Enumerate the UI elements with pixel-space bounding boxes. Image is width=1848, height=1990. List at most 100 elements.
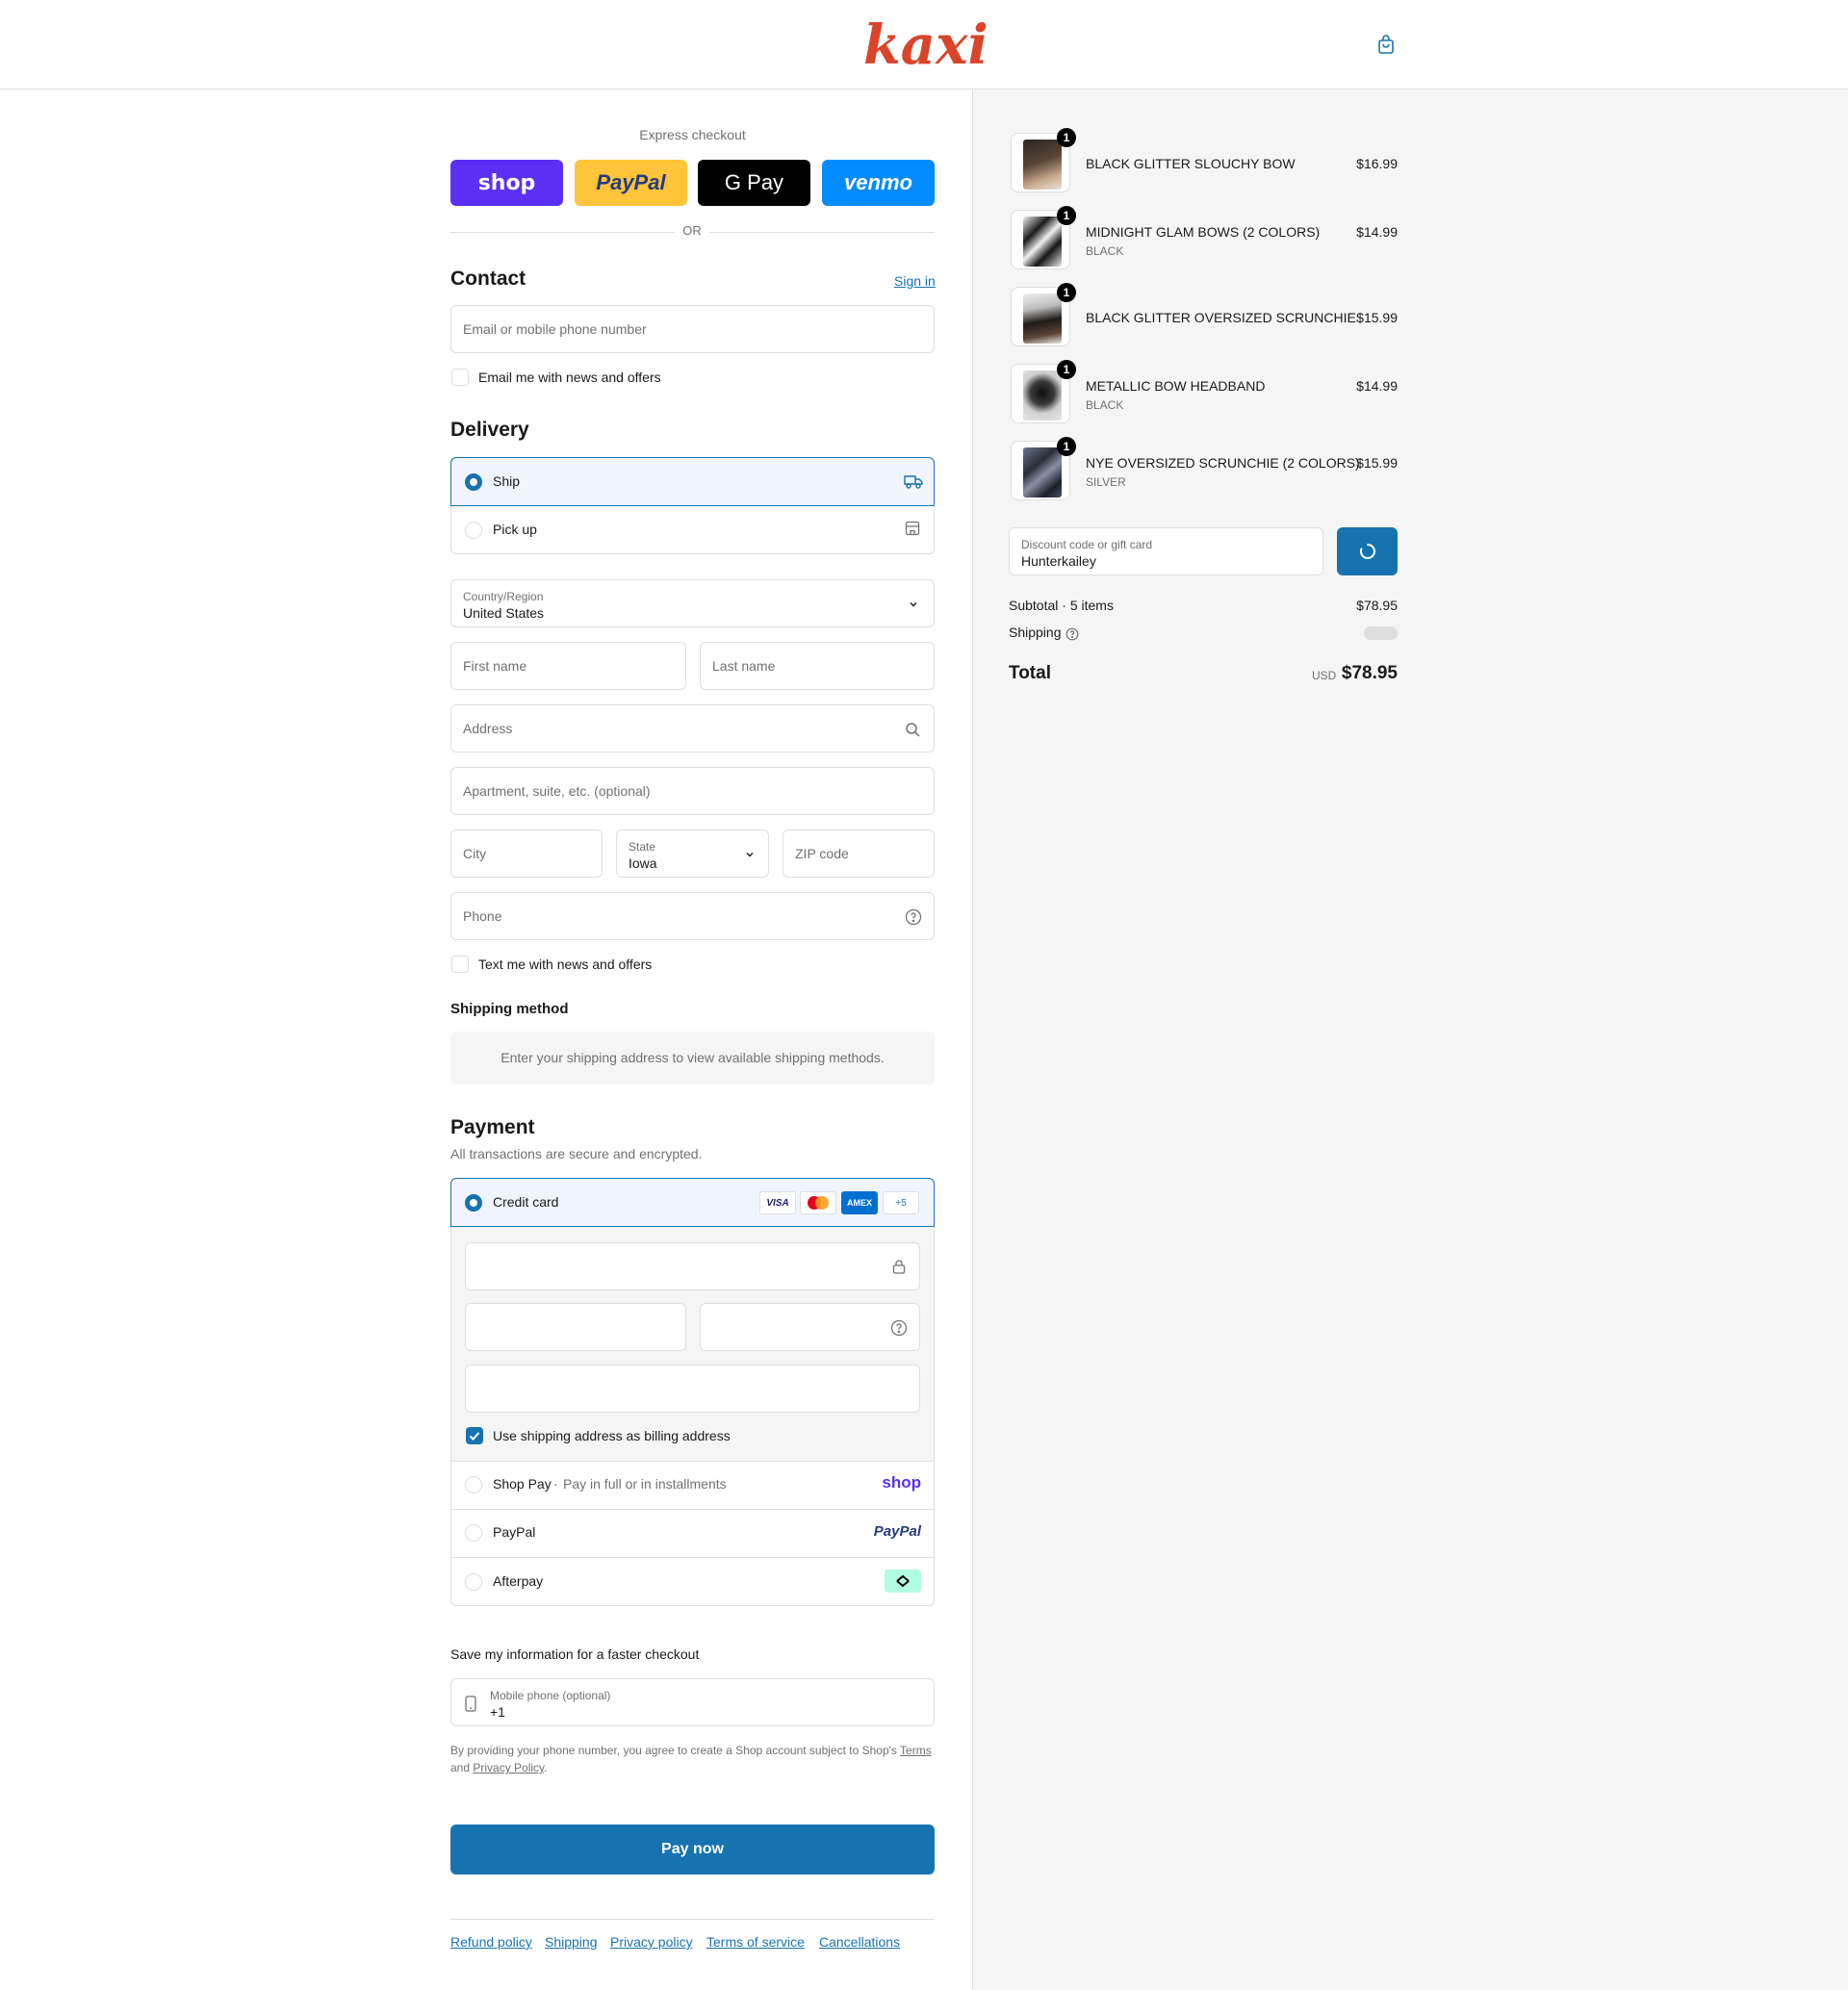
phone-placeholder: Phone [463, 908, 502, 924]
quantity-badge: 1 [1057, 206, 1076, 225]
last-name-field[interactable]: Last name [700, 642, 935, 690]
total-label: Total [1009, 663, 1051, 683]
shop-disclaimer: By providing your phone number, you agre… [450, 1742, 935, 1776]
zip-field[interactable]: ZIP code [783, 829, 935, 878]
first-name-field[interactable]: First name [450, 642, 686, 690]
payment-heading: Payment [450, 1116, 535, 1138]
shop-pay-logo: shop [882, 1473, 921, 1492]
state-label: State [629, 840, 656, 854]
subtotal-value: $78.95 [1356, 598, 1398, 613]
discount-value: Hunterkailey [1021, 553, 1096, 569]
terms-of-service-link[interactable]: Terms of service [706, 1934, 805, 1950]
header: kaxi. [0, 0, 1848, 89]
google-pay-express-button[interactable]: G Pay [698, 160, 810, 206]
mobile-phone-label: Mobile phone (optional) [490, 1689, 611, 1702]
billing-checkbox[interactable] [466, 1427, 483, 1444]
product-price: $15.99 [1356, 455, 1398, 471]
contact-heading: Contact [450, 268, 526, 290]
paypal-express-button[interactable]: PayPal [575, 160, 687, 206]
subtotal-label: Subtotal · 5 items [1009, 598, 1114, 613]
express-checkout-title: Express checkout [639, 127, 746, 142]
terms-link[interactable]: Terms [900, 1744, 932, 1757]
ship-radio[interactable] [465, 473, 482, 491]
state-value: Iowa [629, 855, 657, 871]
kaxi-logo[interactable]: kaxi. [861, 13, 987, 73]
address-field[interactable]: Address [450, 704, 935, 753]
text-news-checkbox[interactable] [451, 956, 469, 973]
disclaimer-period: . [544, 1761, 548, 1774]
privacy-policy-footer-link[interactable]: Privacy policy [610, 1934, 693, 1950]
mobile-phone-icon [465, 1696, 476, 1712]
venmo-express-button[interactable]: venmo [822, 160, 935, 206]
dot-separator: · [553, 1476, 558, 1492]
shop-pay-option[interactable]: Shop Pay · Pay in full or in installment… [450, 1461, 935, 1509]
apply-discount-button[interactable] [1337, 527, 1398, 575]
pickup-option[interactable]: Pick up [450, 506, 935, 554]
visa-icon: VISA [759, 1191, 796, 1214]
afterpay-radio[interactable] [465, 1573, 482, 1591]
card-number-field[interactable] [465, 1242, 920, 1290]
quantity-badge: 1 [1057, 437, 1076, 456]
help-circle-icon[interactable] [905, 908, 922, 926]
shop-pay-label: Shop Pay [493, 1476, 552, 1492]
privacy-policy-link[interactable]: Privacy Policy [473, 1761, 544, 1774]
credit-card-radio[interactable] [465, 1194, 482, 1212]
help-circle-icon[interactable] [1065, 627, 1079, 641]
refund-policy-link[interactable]: Refund policy [450, 1934, 532, 1950]
paypal-radio[interactable] [465, 1524, 482, 1542]
afterpay-logo-icon [885, 1569, 921, 1593]
chevron-down-icon [746, 853, 754, 857]
product-variant: BLACK [1086, 398, 1124, 412]
state-select[interactable]: State Iowa [616, 829, 769, 878]
search-icon[interactable] [905, 722, 920, 737]
shop-pay-note: Pay in full or in installments [563, 1476, 727, 1492]
billing-label: Use shipping address as billing address [493, 1428, 731, 1443]
email-news-checkbox[interactable] [451, 369, 469, 386]
disclaimer-and: and [450, 1761, 471, 1774]
svg-text:kaxi.: kaxi. [863, 13, 987, 73]
phone-field[interactable]: Phone [450, 892, 935, 940]
apartment-placeholder: Apartment, suite, etc. (optional) [463, 783, 651, 799]
shipping-method-heading: Shipping method [450, 1001, 569, 1017]
city-field[interactable]: City [450, 829, 603, 878]
credit-card-label: Credit card [493, 1194, 559, 1210]
mobile-phone-value: +1 [490, 1704, 505, 1720]
checkmark-icon [469, 1432, 480, 1441]
shipping-policy-link[interactable]: Shipping [545, 1934, 598, 1950]
text-news-label: Text me with news and offers [478, 957, 653, 972]
amex-icon: AMEX [841, 1191, 878, 1214]
product-price: $14.99 [1356, 224, 1398, 240]
shop-pay-radio[interactable] [465, 1476, 482, 1493]
shop-pay-express-button[interactable]: shop [450, 160, 563, 206]
help-circle-icon[interactable] [890, 1319, 908, 1337]
shopping-bag-icon[interactable] [1374, 33, 1398, 56]
delivery-heading: Delivery [450, 419, 529, 441]
afterpay-option[interactable]: Afterpay [450, 1557, 935, 1606]
cancellations-link[interactable]: Cancellations [819, 1934, 900, 1950]
country-select[interactable]: Country/Region United States [450, 579, 935, 627]
payment-subtitle: All transactions are secure and encrypte… [450, 1146, 703, 1161]
paypal-option[interactable]: PayPal PayPal [450, 1509, 935, 1557]
mastercard-icon [800, 1191, 836, 1214]
sign-in-link[interactable]: Sign in [894, 273, 936, 289]
paypal-label: PayPal [493, 1524, 536, 1540]
quantity-badge: 1 [1057, 128, 1076, 147]
apartment-field[interactable]: Apartment, suite, etc. (optional) [450, 767, 935, 815]
pay-now-button[interactable]: Pay now [450, 1824, 935, 1875]
email-placeholder: Email or mobile phone number [463, 321, 647, 337]
paypal-logo: PayPal [873, 1523, 921, 1540]
pickup-radio[interactable] [465, 522, 482, 539]
order-summary-panel [972, 89, 1848, 1990]
store-icon [905, 521, 920, 536]
discount-code-field[interactable]: Discount code or gift card Hunterkailey [1009, 527, 1323, 575]
product-name: BLACK GLITTER OVERSIZED SCRUNCHIE [1086, 310, 1356, 325]
ship-option[interactable]: Ship [450, 457, 935, 506]
email-field[interactable]: Email or mobile phone number [450, 305, 935, 353]
card-name-field[interactable] [465, 1365, 920, 1413]
card-cvv-field[interactable] [700, 1303, 920, 1351]
shipping-loading-placeholder [1364, 626, 1398, 640]
email-news-label: Email me with news and offers [478, 370, 661, 385]
product-variant: SILVER [1086, 475, 1126, 489]
card-expiry-field[interactable] [465, 1303, 686, 1351]
mobile-phone-field[interactable]: Mobile phone (optional) +1 [450, 1678, 935, 1726]
